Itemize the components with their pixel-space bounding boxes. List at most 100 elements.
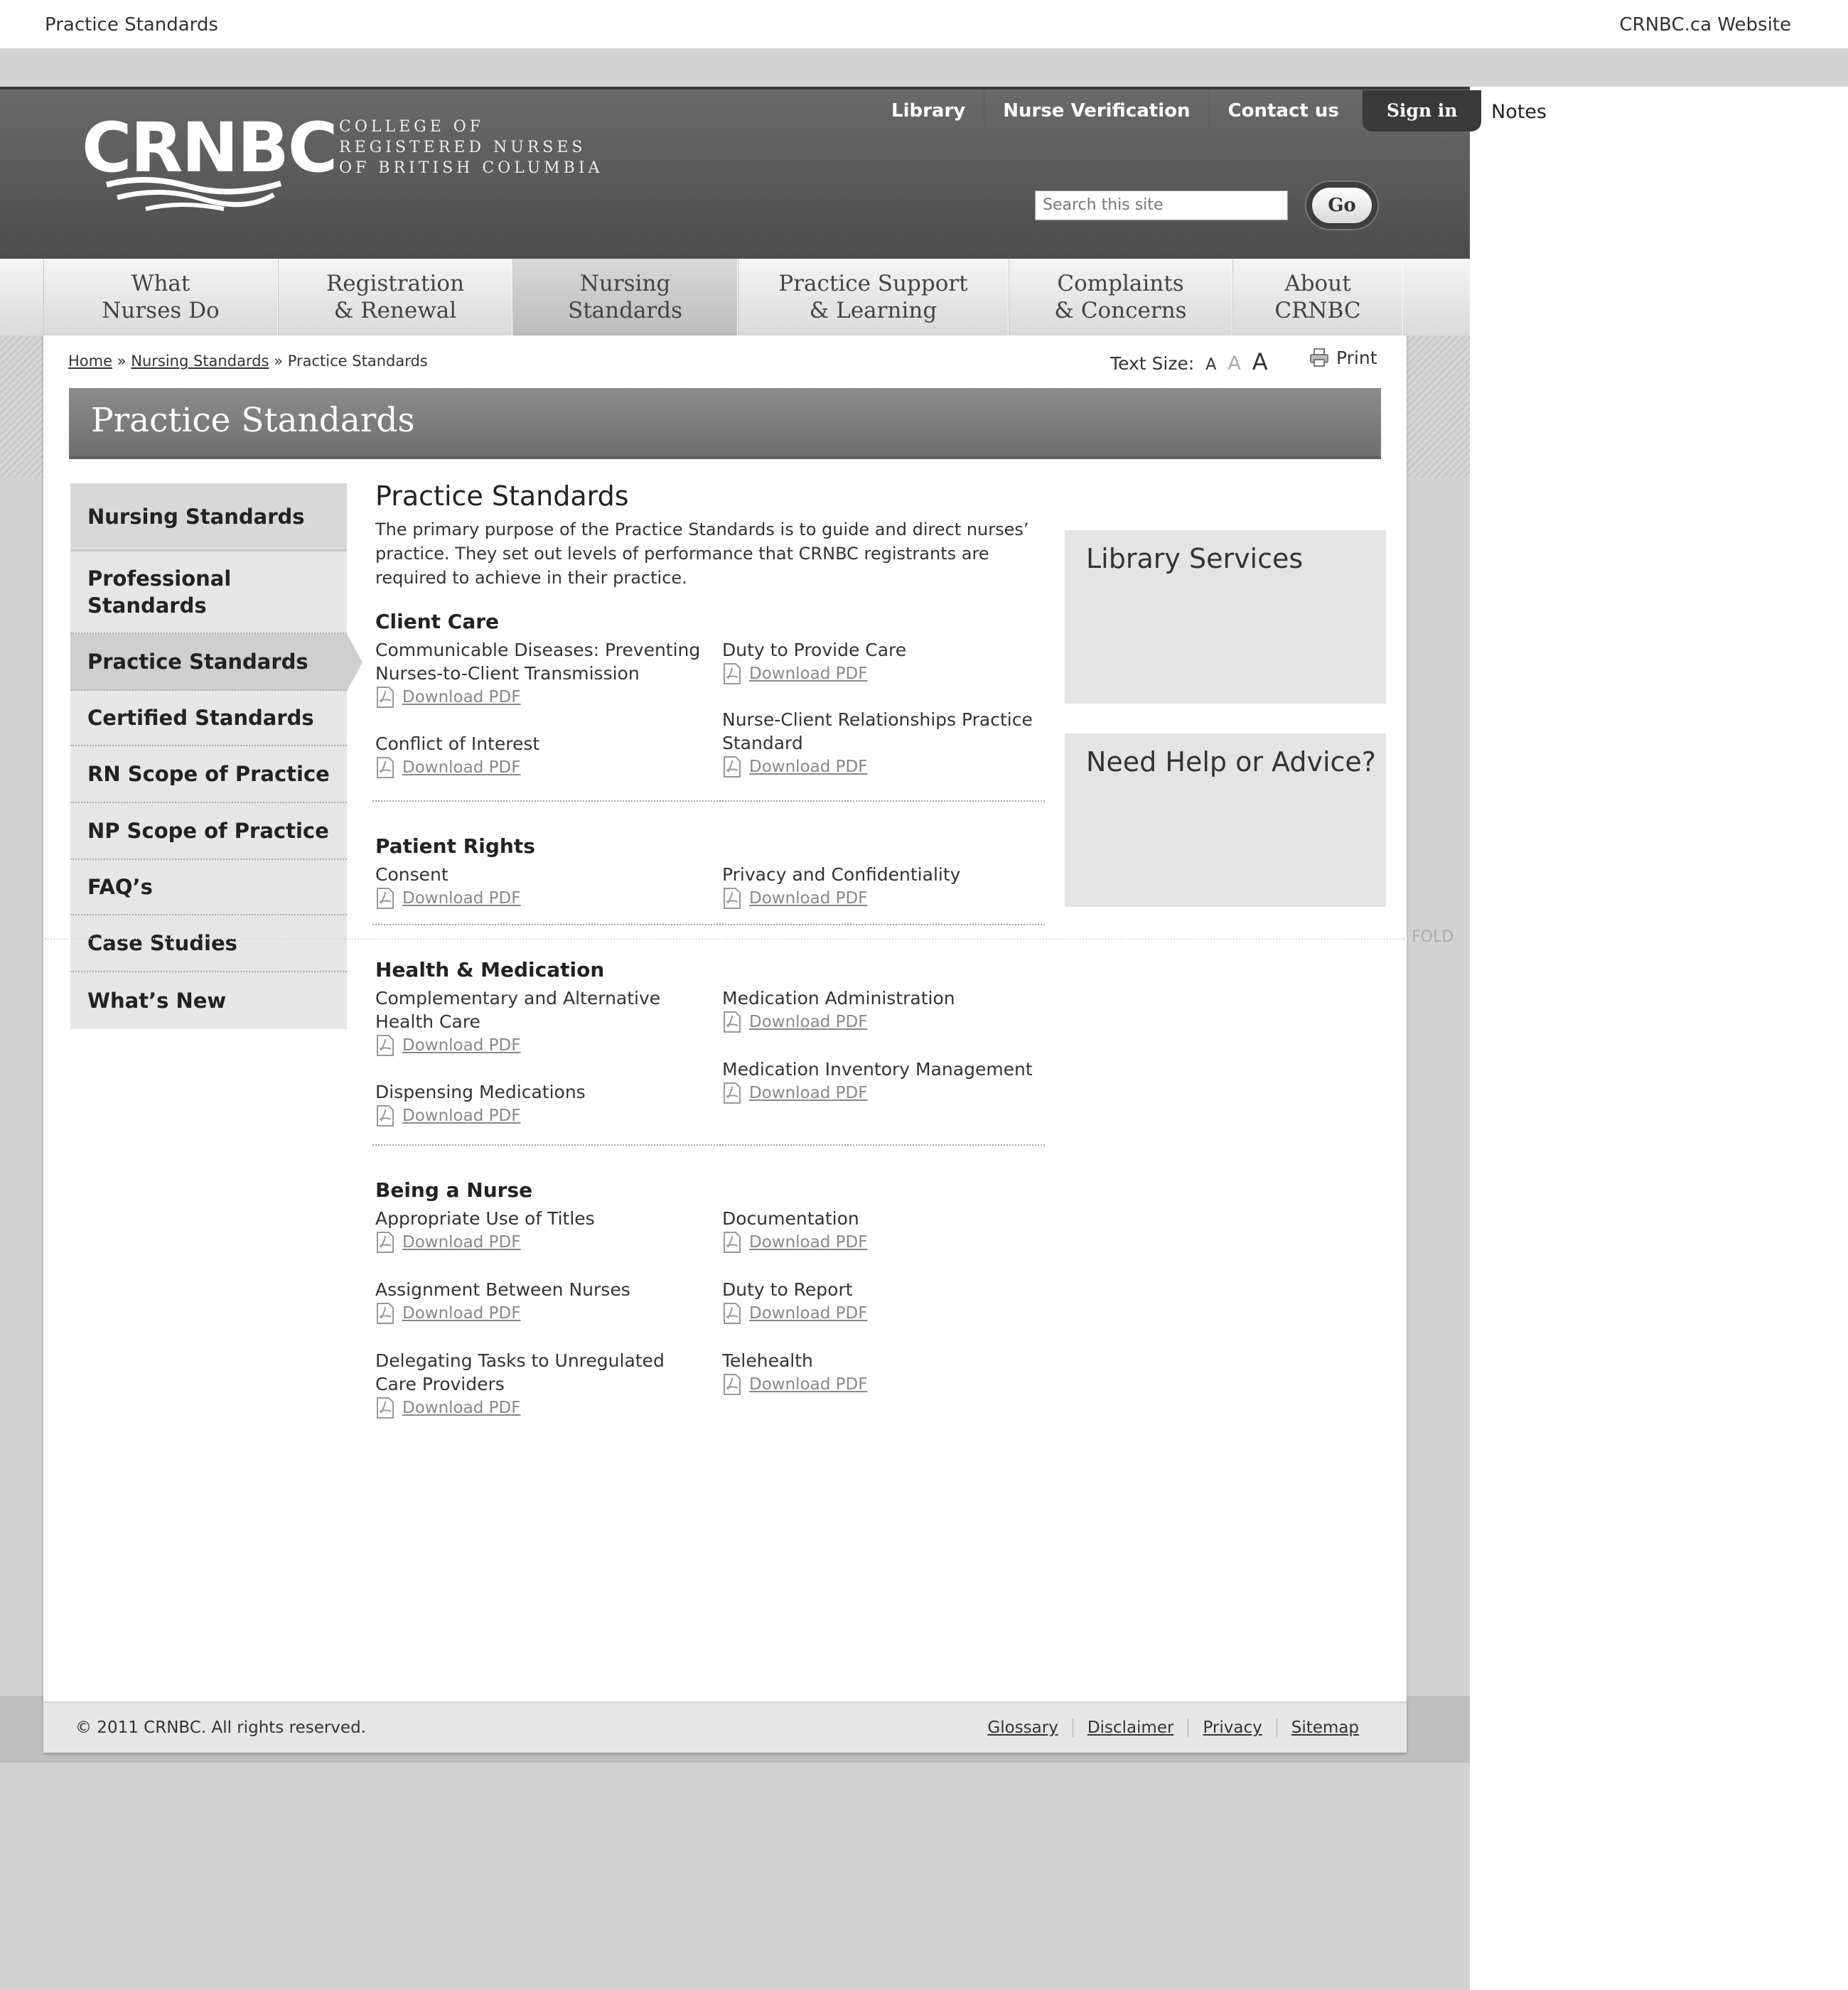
sidebar-item-practice-standards[interactable]: Practice Standards: [70, 634, 362, 691]
section-title: Patient Rights: [375, 834, 535, 858]
pdf-icon: [724, 1082, 741, 1104]
sidebar-item-rn-scope[interactable]: RN Scope of Practice: [70, 746, 347, 803]
download-label: Download PDF: [402, 889, 521, 908]
nav-item-complaints[interactable]: Complaints & Concerns: [1009, 259, 1232, 335]
text-size-large-button[interactable]: A: [1252, 348, 1268, 375]
download-pdf-link[interactable]: Download PDF: [722, 1232, 1056, 1253]
print-button[interactable]: Print: [1309, 347, 1377, 368]
nurse-verification-link[interactable]: Nurse Verification: [984, 90, 1208, 131]
glossary-link[interactable]: Glossary: [973, 1719, 1072, 1737]
main-content: Practice Standards The primary purpose o…: [375, 480, 1045, 590]
nav-label: Nurses Do: [102, 298, 220, 323]
sidebar-item-whats-new[interactable]: What’s New: [70, 972, 347, 1029]
notes-label: Notes: [1491, 101, 1547, 123]
download-pdf-link[interactable]: Download PDF: [375, 1105, 709, 1126]
nav-label: CRNBC: [1274, 298, 1361, 323]
fold-label: FOLD: [1412, 928, 1454, 946]
section-title: Health & Medication: [375, 958, 605, 981]
download-label: Download PDF: [749, 1375, 868, 1394]
pdf-icon: [724, 663, 741, 684]
download-label: Download PDF: [749, 1084, 868, 1102]
download-pdf-link[interactable]: Download PDF: [722, 1082, 1056, 1104]
library-link[interactable]: Library: [873, 90, 984, 131]
sidebar-item-case-studies[interactable]: Case Studies: [70, 915, 347, 972]
sidebar-item-np-scope[interactable]: NP Scope of Practice: [70, 803, 347, 860]
site-logo[interactable]: CRNBC COLLEGE OF REGISTERED NURSES OF BR…: [82, 114, 599, 211]
nav-item-about[interactable]: About CRNBC: [1232, 259, 1403, 335]
download-pdf-link[interactable]: Download PDF: [375, 1303, 709, 1324]
section-patient-rights: Patient Rights Consent Download PDF Priv…: [372, 800, 1045, 909]
library-services-title: Library Services: [1086, 543, 1304, 574]
document-item: Delegating Tasks to Unregulated Care Pro…: [375, 1349, 688, 1419]
download-pdf-link[interactable]: Download PDF: [722, 1303, 1056, 1324]
download-pdf-link[interactable]: Download PDF: [375, 757, 709, 778]
download-label: Download PDF: [749, 1013, 868, 1031]
pdf-icon: [377, 1397, 394, 1419]
document-title: Conflict of Interest: [375, 733, 540, 754]
section-divider: [372, 1144, 1045, 1146]
footer-links: Glossary Disclaimer Privacy Sitemap: [973, 1719, 1373, 1737]
download-pdf-link[interactable]: Download PDF: [722, 756, 1035, 778]
document-item: Medication Administration Download PDF: [722, 986, 1056, 1033]
library-services-box[interactable]: Library Services: [1065, 530, 1386, 704]
document-title: Documentation: [722, 1208, 859, 1229]
breadcrumb-home-link[interactable]: Home: [68, 353, 112, 370]
page-title: Practice Standards: [91, 401, 415, 440]
privacy-link[interactable]: Privacy: [1188, 1719, 1276, 1737]
download-pdf-link[interactable]: Download PDF: [722, 888, 1056, 909]
nav-label: & Renewal: [333, 298, 457, 323]
nav-label: Nursing: [579, 271, 671, 296]
download-pdf-link[interactable]: Download PDF: [722, 1011, 1056, 1033]
nav-label: & Concerns: [1054, 298, 1187, 323]
nav-item-registration[interactable]: Registration & Renewal: [278, 259, 512, 335]
notes-panel: Notes: [1470, 87, 1848, 1990]
document-title: Dispensing Medications: [375, 1082, 586, 1102]
text-size-control: Text Size: A A A: [1110, 348, 1268, 375]
download-pdf-link[interactable]: Download PDF: [375, 1035, 688, 1056]
section-being-a-nurse: Being a Nurse Appropriate Use of Titles …: [372, 1144, 1045, 1419]
printer-icon: [1310, 348, 1328, 367]
search-input[interactable]: Search this site: [1035, 190, 1288, 220]
download-pdf-link[interactable]: Download PDF: [722, 1374, 1056, 1395]
download-pdf-link[interactable]: Download PDF: [375, 888, 709, 909]
tagline-line: OF BRITISH COLUMBIA: [339, 159, 603, 177]
sidebar-item-nursing-standards[interactable]: Nursing Standards: [70, 483, 347, 552]
nav-item-nursing-standards[interactable]: Nursing Standards: [512, 259, 738, 335]
download-label: Download PDF: [749, 889, 868, 908]
nav-item-what-nurses-do[interactable]: What Nurses Do: [43, 259, 278, 335]
sitemap-link[interactable]: Sitemap: [1276, 1719, 1373, 1737]
intro-paragraph: The primary purpose of the Practice Stan…: [375, 520, 1029, 588]
sidebar-item-certified-standards[interactable]: Certified Standards: [70, 691, 347, 746]
utility-nav: Library Nurse Verification Contact us Si…: [873, 90, 1482, 131]
breadcrumb-parent-link[interactable]: Nursing Standards: [131, 353, 269, 370]
download-label: Download PDF: [402, 1107, 521, 1125]
help-advice-box[interactable]: Need Help or Advice?: [1065, 733, 1386, 907]
download-pdf-link[interactable]: Download PDF: [375, 687, 709, 708]
nav-item-practice-support[interactable]: Practice Support & Learning: [738, 259, 1009, 335]
section-divider: [372, 924, 1045, 925]
contact-us-link[interactable]: Contact us: [1208, 90, 1358, 131]
sidebar: Nursing Standards Professional Standards…: [70, 483, 362, 1029]
sidebar-item-faqs[interactable]: FAQ’s: [70, 860, 347, 915]
document-item: Duty to Provide Care Download PDF: [722, 638, 1056, 684]
sign-in-button[interactable]: Sign in: [1361, 90, 1482, 131]
annotation-bar: Practice Standards CRNBC.ca Website: [0, 0, 1848, 48]
pdf-icon: [377, 1105, 394, 1126]
text-size-medium-button[interactable]: A: [1227, 353, 1240, 375]
pdf-icon: [377, 1232, 394, 1253]
pdf-icon: [724, 1011, 741, 1033]
disclaimer-link[interactable]: Disclaimer: [1072, 1719, 1188, 1737]
waves-icon: [105, 176, 282, 211]
pdf-icon: [724, 1374, 741, 1395]
download-label: Download PDF: [749, 1233, 868, 1252]
download-pdf-link[interactable]: Download PDF: [375, 1232, 709, 1253]
download-pdf-link[interactable]: Download PDF: [722, 663, 1056, 684]
download-pdf-link[interactable]: Download PDF: [375, 1397, 688, 1419]
sidebar-item-professional-standards[interactable]: Professional Standards: [70, 552, 347, 634]
text-size-small-button[interactable]: A: [1205, 356, 1216, 374]
breadcrumb: Home » Nursing Standards » Practice Stan…: [68, 353, 428, 370]
search-go-button[interactable]: Go: [1305, 181, 1379, 230]
download-label: Download PDF: [402, 1036, 521, 1055]
nav-label: About: [1284, 271, 1351, 296]
section-title: Client Care: [375, 610, 500, 633]
